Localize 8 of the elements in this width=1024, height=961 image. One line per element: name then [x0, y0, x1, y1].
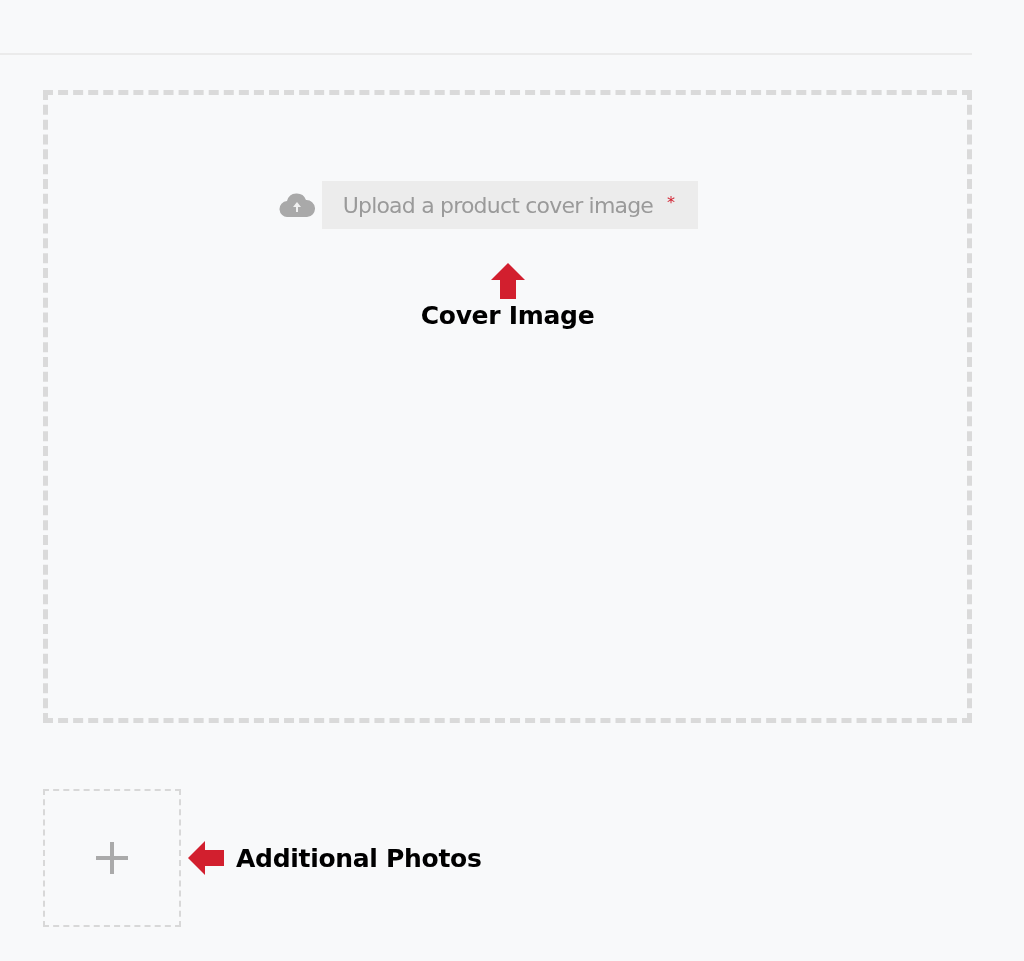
upload-cover-button[interactable]: Upload a product cover image * — [321, 181, 699, 229]
cloud-upload-icon — [278, 193, 315, 217]
add-photo-button[interactable] — [43, 789, 181, 927]
annotation-arrow-icon — [188, 841, 224, 875]
annotation-label: Cover Image — [420, 301, 595, 330]
annotation-arrow-icon — [490, 263, 525, 299]
plus-icon — [96, 842, 128, 874]
annotation-label: Additional Photos — [236, 843, 482, 873]
